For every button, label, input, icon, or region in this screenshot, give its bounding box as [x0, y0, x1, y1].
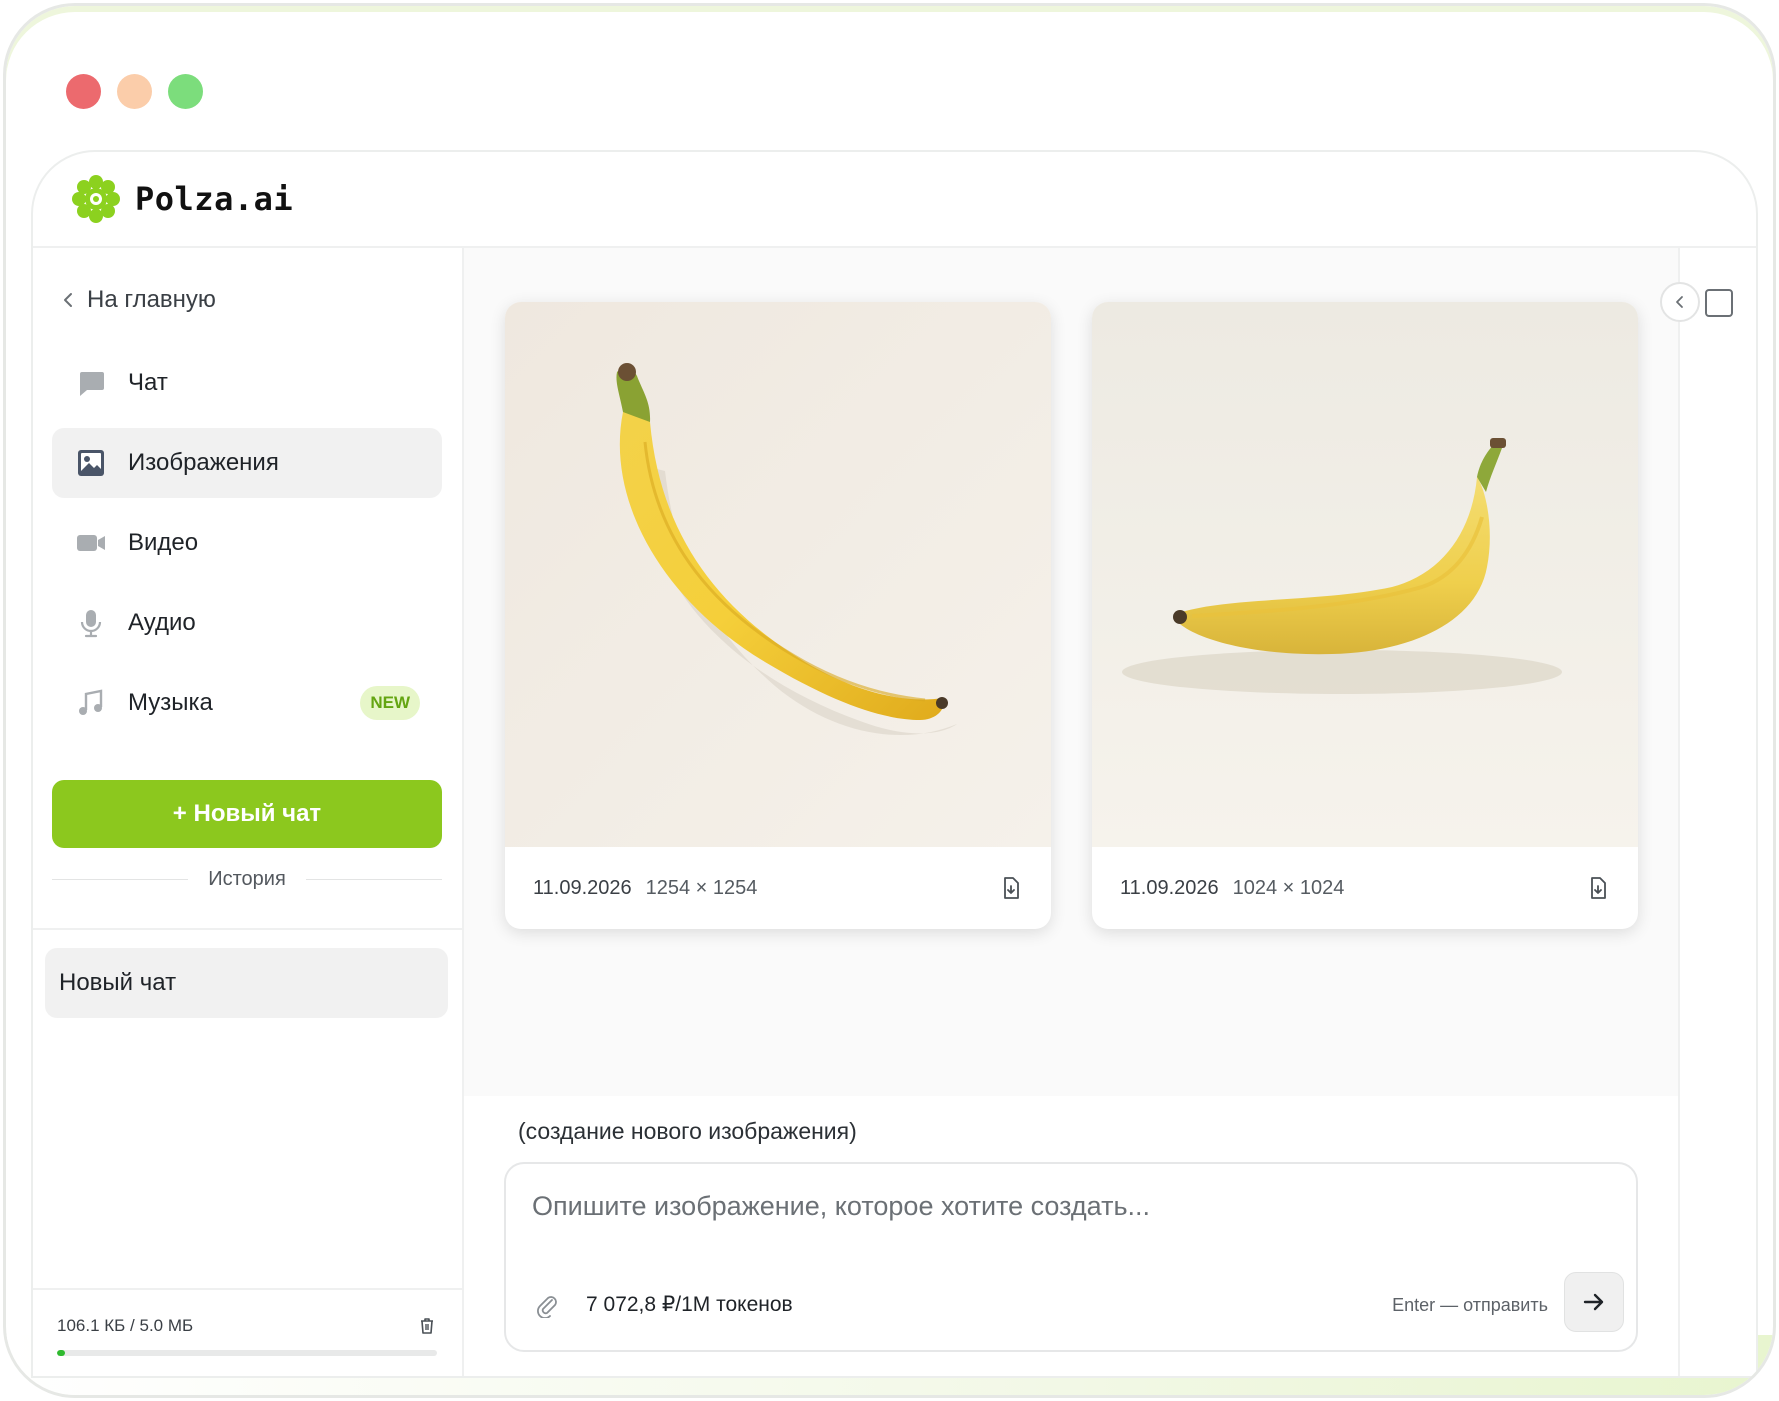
- maximize-window-button[interactable]: [168, 74, 203, 109]
- generated-image-banana-curved[interactable]: [1092, 302, 1638, 847]
- microphone-icon: [74, 606, 108, 640]
- brand-name: Polza.ai: [135, 180, 294, 218]
- prompt-composer: 7 072,8 ₽/1M токенов Enter — отправить: [504, 1162, 1638, 1352]
- image-resolution: 1024 × 1024: [1232, 876, 1345, 899]
- storage-usage: 106.1 КБ / 5.0 МБ: [57, 1316, 437, 1356]
- app-window: Polza.ai На главную Чат Изображения Виде…: [31, 150, 1758, 1378]
- sidebar-item-label: Чат: [128, 369, 168, 396]
- sidebar-item-music[interactable]: Музыка NEW: [52, 668, 442, 738]
- prompt-input[interactable]: [532, 1186, 1612, 1226]
- storage-label: 106.1 КБ / 5.0 МБ: [57, 1316, 194, 1335]
- sidebar: На главную Чат Изображения Видео Аудио М…: [33, 248, 464, 1376]
- flower-logo-icon[interactable]: [71, 174, 121, 224]
- image-date: 11.09.2026: [533, 876, 632, 899]
- history-divider: История: [52, 868, 442, 891]
- sidebar-item-label: Аудио: [128, 609, 196, 636]
- panel-toggle-square-icon[interactable]: [1705, 289, 1733, 317]
- device-frame: Polza.ai На главную Чат Изображения Виде…: [3, 3, 1776, 1398]
- window-controls: [66, 74, 203, 109]
- trash-icon[interactable]: [417, 1316, 437, 1336]
- image-card-meta: 11.09.2026 1254 × 1254: [505, 847, 1051, 929]
- sidebar-item-video[interactable]: Видео: [52, 508, 442, 578]
- back-to-home-link[interactable]: На главную: [59, 286, 216, 314]
- image-icon: [74, 446, 108, 480]
- sidebar-item-label: Музыка: [128, 689, 213, 716]
- new-chat-button[interactable]: + Новый чат: [52, 780, 442, 848]
- sidebar-nav: Чат Изображения Видео Аудио Музыка NEW: [52, 348, 442, 748]
- sidebar-item-audio[interactable]: Аудио: [52, 588, 442, 658]
- gallery-area: 11.09.2026 1254 × 1254 11.09.2026 1024 ×…: [464, 248, 1678, 1096]
- back-link-label: На главную: [87, 286, 216, 313]
- app-header: Polza.ai: [33, 152, 1756, 248]
- music-note-icon: [74, 686, 108, 720]
- history-heading: История: [208, 868, 286, 890]
- image-card[interactable]: 11.09.2026 1024 × 1024: [1092, 302, 1638, 929]
- close-window-button[interactable]: [66, 74, 101, 109]
- composer-mode-label: (создание нового изображения): [518, 1118, 857, 1144]
- right-panel-rail: [1678, 248, 1756, 1376]
- storage-progress-fill: [57, 1350, 65, 1356]
- minimize-window-button[interactable]: [117, 74, 152, 109]
- storage-progress-bar: [57, 1350, 437, 1356]
- sidebar-item-label: Видео: [128, 529, 199, 556]
- new-badge: NEW: [360, 686, 420, 720]
- image-card[interactable]: 11.09.2026 1254 × 1254: [505, 302, 1051, 929]
- history-item[interactable]: Новый чат: [45, 948, 448, 1018]
- sidebar-item-chat[interactable]: Чат: [52, 348, 442, 418]
- chevron-left-icon: [64, 293, 72, 307]
- sidebar-item-images[interactable]: Изображения: [52, 428, 442, 498]
- arrow-right-icon: [1583, 1293, 1604, 1311]
- storage-separator: [33, 1288, 464, 1290]
- image-card-meta: 11.09.2026 1024 × 1024: [1092, 847, 1638, 929]
- download-file-icon[interactable]: [1586, 876, 1610, 900]
- chat-bubble-icon: [74, 366, 108, 400]
- image-resolution: 1254 × 1254: [645, 876, 758, 899]
- sidebar-item-label: Изображения: [128, 449, 279, 476]
- history-separator: [33, 928, 464, 930]
- image-date: 11.09.2026: [1120, 876, 1219, 899]
- collapse-panel-button[interactable]: [1660, 282, 1700, 322]
- video-camera-icon: [74, 526, 108, 560]
- download-file-icon[interactable]: [999, 876, 1023, 900]
- send-hint: Enter — отправить: [1392, 1295, 1548, 1315]
- divider-line: [52, 879, 189, 880]
- generated-image-banana-diagonal[interactable]: [505, 302, 1051, 847]
- token-price: 7 072,8 ₽/1M токенов: [586, 1293, 793, 1316]
- chevron-left-icon: [1676, 296, 1683, 308]
- send-button[interactable]: [1564, 1272, 1624, 1332]
- paperclip-icon[interactable]: [534, 1292, 560, 1318]
- composer-area: (создание нового изображения) 7 072,8 ₽/…: [464, 1096, 1678, 1376]
- divider-line: [305, 879, 442, 880]
